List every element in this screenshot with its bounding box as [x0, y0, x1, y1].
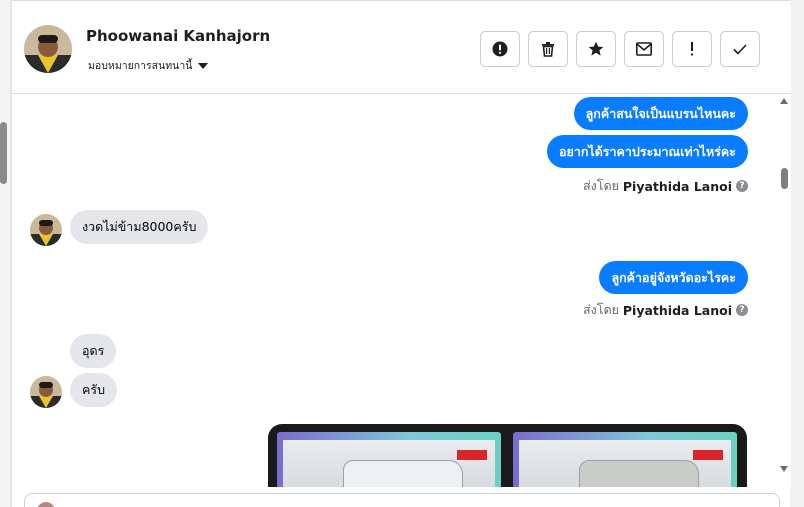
- sale-tag-badge: [457, 450, 487, 460]
- thread-scrollbar-thumb[interactable]: [781, 168, 788, 189]
- help-icon[interactable]: ?: [736, 180, 748, 192]
- spam-button[interactable]: [480, 31, 520, 67]
- sent-by-label: ส่งโดย Piyathida Lanoi ?: [583, 176, 748, 196]
- conversation-panel: Phoowanai Kanhajorn มอบหมายการสนทนานี้ ล…: [11, 0, 791, 507]
- car-photo[interactable]: [513, 432, 737, 487]
- star-icon: [588, 41, 604, 56]
- contact-avatar[interactable]: [24, 25, 72, 73]
- caret-down-icon: [198, 62, 209, 69]
- car-shape: [579, 460, 699, 487]
- scroll-down-arrow-icon[interactable]: [780, 466, 788, 472]
- message-thread[interactable]: ลูกค้าสนใจเป็นแบรนไหนคะ อยากได้ราคาประมา…: [12, 94, 791, 487]
- sent-by-prefix: ส่งโดย: [583, 178, 619, 193]
- alert-circle-icon: [492, 41, 508, 57]
- mark-important-button[interactable]: [672, 31, 712, 67]
- outgoing-message[interactable]: ลูกค้าสนใจเป็นแบรนไหนคะ: [573, 97, 748, 130]
- mark-unread-button[interactable]: [624, 31, 664, 67]
- incoming-message[interactable]: ครับ: [70, 373, 118, 407]
- delete-button[interactable]: [528, 31, 568, 67]
- thread-scrollbar[interactable]: [777, 94, 791, 487]
- contact-avatar-small[interactable]: [30, 214, 62, 246]
- sent-by-label: ส่งโดย Piyathida Lanoi ?: [583, 300, 748, 320]
- message-composer[interactable]: [24, 493, 780, 507]
- assign-label: มอบหมายการสนทนานี้: [88, 60, 193, 72]
- page-scroll-strip: [790, 0, 804, 507]
- sale-tag-badge: [693, 450, 723, 460]
- envelope-icon: [636, 42, 652, 56]
- car-photo[interactable]: [277, 432, 501, 487]
- incoming-message[interactable]: อุดร: [70, 334, 117, 368]
- scroll-up-arrow-icon[interactable]: [780, 98, 788, 104]
- mark-done-button[interactable]: [720, 31, 760, 67]
- help-icon[interactable]: ?: [736, 304, 748, 316]
- avatar-image: [30, 214, 62, 246]
- assign-conversation-dropdown[interactable]: มอบหมายการสนทนานี้: [88, 57, 209, 74]
- left-scrollbar-thumb[interactable]: [0, 122, 7, 184]
- car-photo-image: [283, 440, 495, 487]
- avatar-image: [30, 376, 62, 408]
- check-icon: [733, 44, 747, 55]
- contact-name[interactable]: Phoowanai Kanhajorn: [86, 27, 270, 45]
- image-attachment-message[interactable]: [268, 424, 747, 487]
- exclamation-icon: [691, 42, 693, 56]
- outgoing-message[interactable]: ลูกค้าอยู่จังหวัดอะไรคะ: [599, 261, 748, 294]
- avatar-image: [24, 25, 72, 73]
- conversation-actions: [480, 31, 760, 67]
- sent-by-name[interactable]: Piyathida Lanoi: [623, 179, 732, 194]
- left-scrollbar[interactable]: [0, 0, 11, 507]
- trash-icon: [542, 42, 554, 57]
- outgoing-message[interactable]: อยากได้ราคาประมาณเท่าไหร่คะ: [546, 135, 748, 168]
- inbox-app: Phoowanai Kanhajorn มอบหมายการสนทนานี้ ล…: [0, 0, 804, 507]
- car-shape: [343, 460, 463, 487]
- contact-avatar-small[interactable]: [30, 376, 62, 408]
- agent-avatar: [37, 502, 55, 507]
- sent-by-name[interactable]: Piyathida Lanoi: [623, 303, 732, 318]
- sent-by-prefix: ส่งโดย: [583, 302, 619, 317]
- follow-up-button[interactable]: [576, 31, 616, 67]
- car-photo-image: [519, 440, 731, 487]
- conversation-header: Phoowanai Kanhajorn มอบหมายการสนทนานี้: [12, 5, 791, 94]
- incoming-message[interactable]: งวดไม่ข้าม8000ครับ: [70, 210, 209, 244]
